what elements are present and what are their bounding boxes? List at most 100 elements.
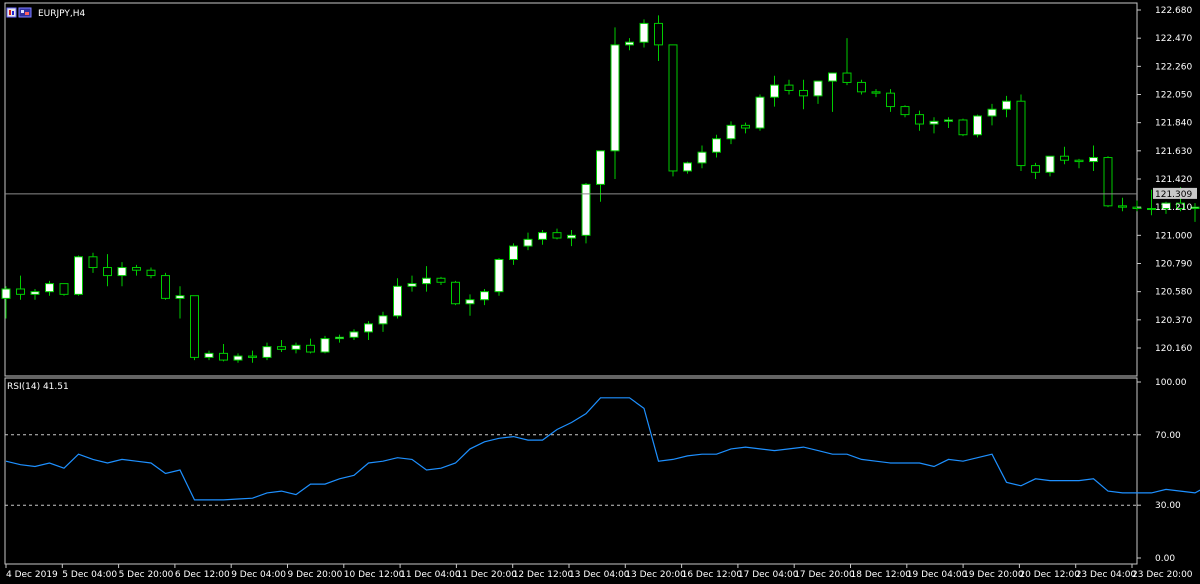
candle[interactable] (1103, 156, 1113, 208)
candle[interactable] (958, 118, 968, 137)
candle[interactable] (1074, 158, 1084, 169)
candle-body-bull (117, 267, 127, 277)
candle[interactable] (813, 80, 823, 104)
candle[interactable] (436, 276, 446, 285)
candle[interactable] (625, 38, 634, 51)
candle-body-bear (1074, 159, 1084, 163)
candle[interactable] (422, 266, 431, 292)
candle[interactable] (59, 283, 69, 296)
candle[interactable] (581, 183, 591, 244)
candle[interactable] (248, 350, 257, 363)
time-tick-label: 11 Dec 04:00 (400, 570, 461, 580)
price-tick-label: 121.210 (1155, 203, 1192, 213)
candle[interactable] (233, 353, 243, 363)
candle[interactable] (1, 286, 11, 319)
time-tick-label: 13 Dec 04:00 (569, 570, 630, 580)
price-pane[interactable] (1, 2, 1200, 377)
candle[interactable] (770, 75, 779, 107)
candle[interactable] (190, 295, 199, 361)
candle[interactable] (944, 117, 953, 129)
candle[interactable] (726, 121, 736, 145)
candle-body-bear (161, 275, 170, 299)
candle[interactable] (30, 288, 40, 300)
candle[interactable] (291, 342, 301, 354)
candle[interactable] (1002, 95, 1011, 118)
candle-body-bear (1118, 205, 1127, 208)
candle[interactable] (1132, 200, 1142, 212)
candle[interactable] (1016, 94, 1026, 171)
candle[interactable] (364, 321, 373, 340)
candle[interactable] (306, 338, 315, 354)
candle[interactable] (857, 79, 866, 95)
candle[interactable] (552, 228, 562, 240)
candle[interactable] (755, 94, 765, 131)
candle[interactable] (900, 105, 910, 118)
price-tick-label: 121.630 (1155, 147, 1192, 157)
candle[interactable] (929, 117, 939, 134)
candle[interactable] (697, 145, 707, 169)
axes-layer: 122.680 122.470 122.260 122.050 121.840 121.6… (5, 6, 1197, 580)
candle[interactable] (509, 243, 518, 265)
candle[interactable] (219, 343, 228, 362)
candle[interactable] (480, 288, 489, 306)
candle-body-bear (915, 114, 924, 125)
candle[interactable] (349, 329, 359, 340)
candle[interactable] (16, 275, 25, 300)
candle[interactable] (378, 311, 388, 332)
current-price-label: 121.309 (1155, 190, 1192, 200)
candle-body-bear (1103, 157, 1113, 207)
candle[interactable] (654, 15, 663, 61)
candle[interactable] (451, 280, 460, 306)
candle-body-bull (581, 183, 591, 236)
candle[interactable] (1118, 197, 1127, 212)
candle[interactable] (103, 254, 112, 287)
candle[interactable] (799, 79, 808, 110)
chart-header: EURJPY,H4 RSI(14) 41.51 (6, 7, 86, 392)
candle[interactable] (871, 89, 881, 98)
candle[interactable] (610, 27, 620, 179)
candle-body-bull (567, 234, 576, 239)
candle[interactable] (45, 280, 54, 296)
candle[interactable] (74, 255, 83, 296)
candle[interactable] (712, 134, 721, 158)
candle[interactable] (117, 262, 127, 287)
candle[interactable] (465, 294, 475, 316)
candle[interactable] (523, 232, 533, 251)
candle[interactable] (842, 38, 852, 86)
candle[interactable] (1060, 146, 1069, 165)
candle[interactable] (1089, 145, 1098, 171)
rsi-indicator-pane[interactable] (4, 377, 1200, 565)
candle-body-bull (755, 96, 765, 129)
candle[interactable] (567, 229, 576, 247)
candle[interactable] (639, 19, 649, 48)
candle[interactable] (132, 264, 141, 276)
candle[interactable] (88, 252, 98, 273)
candle[interactable] (1045, 155, 1055, 177)
candle[interactable] (175, 286, 185, 319)
candle[interactable] (915, 110, 924, 131)
candle[interactable] (741, 122, 750, 134)
candle[interactable] (538, 229, 547, 245)
candle[interactable] (683, 161, 692, 174)
candle[interactable] (146, 267, 156, 279)
candle[interactable] (886, 89, 895, 112)
candle[interactable] (494, 258, 504, 296)
candle[interactable] (262, 342, 272, 361)
candle-body-bear (886, 92, 895, 108)
candle[interactable] (828, 72, 837, 112)
candle-body-bull (987, 108, 997, 117)
candle[interactable] (393, 278, 402, 319)
price-pane-frame (4, 2, 1138, 377)
candle[interactable] (277, 339, 286, 353)
candle[interactable] (407, 275, 417, 292)
candle-body-bear (59, 283, 69, 295)
candle[interactable] (1031, 162, 1040, 179)
candle[interactable] (668, 44, 678, 177)
candle[interactable] (784, 79, 794, 95)
candle[interactable] (204, 350, 214, 361)
candle[interactable] (161, 272, 170, 300)
candle[interactable] (987, 103, 997, 126)
candle[interactable] (335, 334, 344, 343)
candle[interactable] (320, 335, 330, 354)
candle[interactable] (973, 114, 982, 138)
